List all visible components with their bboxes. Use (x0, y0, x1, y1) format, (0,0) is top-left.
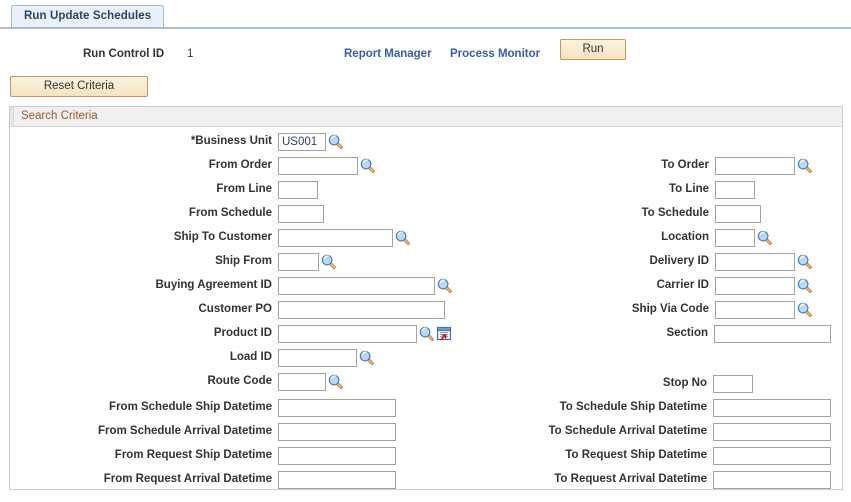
process-monitor-link[interactable]: Process Monitor (450, 48, 540, 60)
field-row-ship-via-code: Ship Via Code (0, 301, 851, 320)
field-row-to-request-ship-datetime: To Request Ship Datetime (0, 447, 851, 466)
run-button[interactable]: Run (560, 39, 626, 60)
label-to-schedule: To Schedule (641, 207, 709, 219)
run-control-row: Run Control ID 1 Report Manager Process … (0, 39, 851, 66)
input-location[interactable] (715, 229, 755, 247)
label-load-id: Load ID (229, 351, 272, 363)
label-business-unit: *Business Unit (190, 135, 272, 147)
field-row-to-schedule-ship-datetime: To Schedule Ship Datetime (0, 399, 851, 418)
lookup-magnifier-icon-location[interactable] (757, 230, 773, 246)
lookup-magnifier-icon-ship-via-code[interactable] (797, 302, 813, 318)
field-row-to-order: To Order (0, 157, 851, 176)
run-control-id-label: Run Control ID (83, 48, 165, 60)
label-carrier-id: Carrier ID (656, 279, 709, 291)
input-to-schedule[interactable] (715, 205, 761, 223)
field-row-to-schedule-arrival-datetime: To Schedule Arrival Datetime (0, 423, 851, 442)
field-row-load-id: Load ID (0, 349, 851, 368)
label-to-request-arrival-datetime: To Request Arrival Datetime (554, 473, 707, 485)
run-control-id-value: 1 (187, 48, 194, 60)
search-criteria-header: Search Criteria (10, 107, 842, 127)
tab-strip: Run Update Schedules (0, 0, 851, 29)
input-to-schedule-ship-datetime[interactable] (713, 399, 831, 417)
lookup-magnifier-icon-business-unit[interactable] (328, 134, 344, 150)
lookup-magnifier-icon-carrier-id[interactable] (797, 278, 813, 294)
report-manager-link[interactable]: Report Manager (344, 48, 432, 60)
label-location: Location (661, 231, 709, 243)
label-delivery-id: Delivery ID (649, 255, 709, 267)
label-to-schedule-arrival-datetime: To Schedule Arrival Datetime (548, 425, 708, 437)
input-ship-via-code[interactable] (715, 301, 795, 319)
label-to-schedule-ship-datetime: To Schedule Ship Datetime (559, 401, 707, 413)
search-criteria-header-accent (10, 107, 14, 126)
field-row-to-request-arrival-datetime: To Request Arrival Datetime (0, 471, 851, 490)
label-stop-no: Stop No (662, 377, 707, 389)
field-row-location: Location (0, 229, 851, 248)
lookup-magnifier-icon-delivery-id[interactable] (797, 254, 813, 270)
reset-criteria-button[interactable]: Reset Criteria (10, 76, 148, 97)
input-section[interactable] (714, 325, 831, 343)
input-stop-no[interactable] (713, 375, 753, 393)
field-row-carrier-id: Carrier ID (0, 277, 851, 296)
search-criteria-title: Search Criteria (21, 110, 98, 122)
field-row-delivery-id: Delivery ID (0, 253, 851, 272)
field-row-stop-no: Stop No (0, 375, 851, 394)
field-row-section: Section (0, 325, 851, 344)
input-to-request-ship-datetime[interactable] (713, 447, 831, 465)
tab-strip-underline (0, 27, 851, 29)
lookup-magnifier-icon-load-id[interactable] (359, 350, 375, 366)
label-section: Section (666, 327, 708, 339)
input-load-id[interactable] (278, 349, 357, 367)
label-to-line: To Line (668, 183, 709, 195)
tab-run-update-schedules[interactable]: Run Update Schedules (11, 5, 165, 27)
input-carrier-id[interactable] (715, 277, 795, 295)
input-business-unit[interactable] (278, 133, 326, 151)
field-row-to-line: To Line (0, 181, 851, 200)
input-to-line[interactable] (715, 181, 755, 199)
label-ship-via-code: Ship Via Code (631, 303, 709, 315)
input-to-request-arrival-datetime[interactable] (713, 471, 831, 489)
input-delivery-id[interactable] (715, 253, 795, 271)
lookup-magnifier-icon-to-order[interactable] (797, 158, 813, 174)
input-to-schedule-arrival-datetime[interactable] (713, 423, 831, 441)
input-to-order[interactable] (715, 157, 795, 175)
label-to-request-ship-datetime: To Request Ship Datetime (565, 449, 707, 461)
label-to-order: To Order (661, 159, 709, 171)
field-row-to-schedule: To Schedule (0, 205, 851, 224)
field-row-business-unit: *Business Unit (0, 133, 851, 152)
